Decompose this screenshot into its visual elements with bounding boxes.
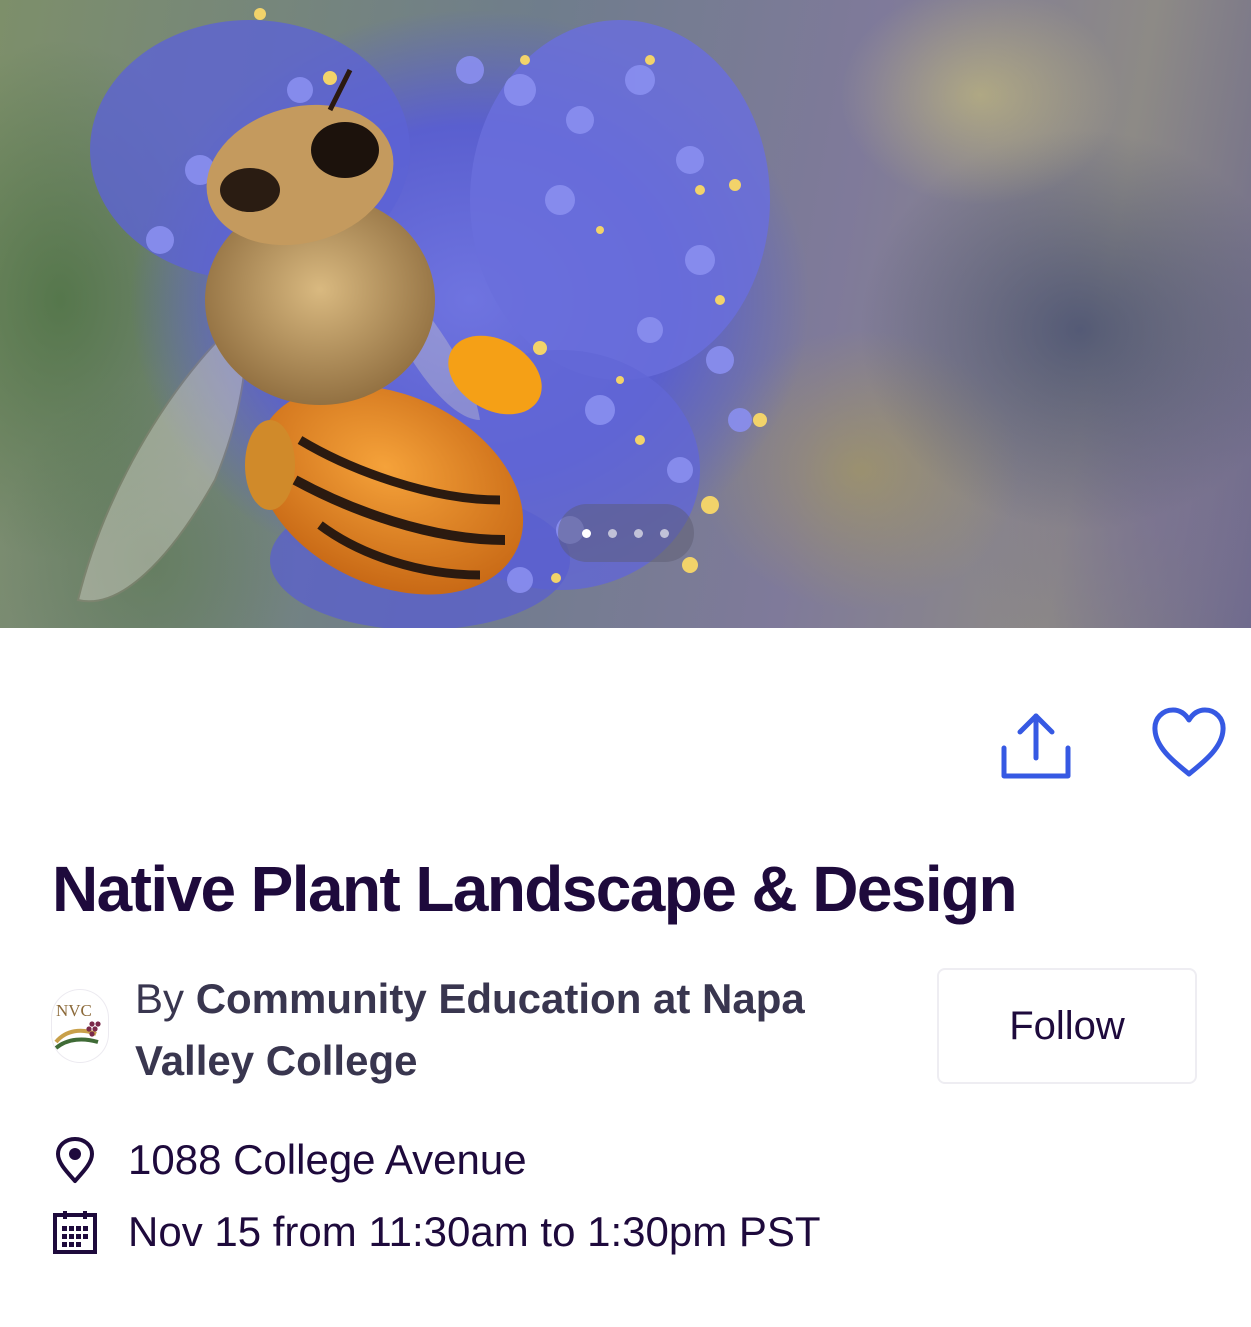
organizer-by-label: By: [135, 975, 185, 1022]
event-title: Native Plant Landscape & Design: [52, 853, 1018, 925]
event-datetime-row: Nov 15 from 11:30am to 1:30pm PST: [52, 1202, 821, 1262]
event-location-row: 1088 College Avenue: [52, 1130, 527, 1190]
organizer-logo-text: NVC: [56, 1001, 92, 1020]
carousel-dot-4[interactable]: [660, 529, 669, 538]
carousel-dot-2[interactable]: [608, 529, 617, 538]
share-icon: [1001, 713, 1071, 779]
carousel-dot-3[interactable]: [634, 529, 643, 538]
organizer-avatar[interactable]: NVC: [52, 990, 108, 1062]
share-button[interactable]: [998, 708, 1074, 784]
event-location[interactable]: 1088 College Avenue: [128, 1136, 527, 1184]
heart-icon: [1152, 707, 1226, 777]
event-hero-image[interactable]: [0, 0, 1251, 628]
organizer-name-link[interactable]: Community Education at Napa Valley Colle…: [135, 975, 805, 1084]
carousel-dot-1[interactable]: [582, 529, 591, 538]
organizer-logo: NVC: [54, 1001, 101, 1050]
organizer-line: By Community Education at Napa Valley Co…: [135, 968, 895, 1092]
calendar-icon: [52, 1209, 98, 1255]
event-datetime: Nov 15 from 11:30am to 1:30pm PST: [128, 1208, 821, 1255]
event-page: Native Plant Landscape & Design NVC By C…: [0, 0, 1251, 1327]
follow-button[interactable]: Follow: [937, 968, 1197, 1084]
carousel-indicator[interactable]: [558, 504, 694, 562]
map-pin-icon: [52, 1137, 98, 1183]
like-button[interactable]: [1150, 706, 1228, 780]
